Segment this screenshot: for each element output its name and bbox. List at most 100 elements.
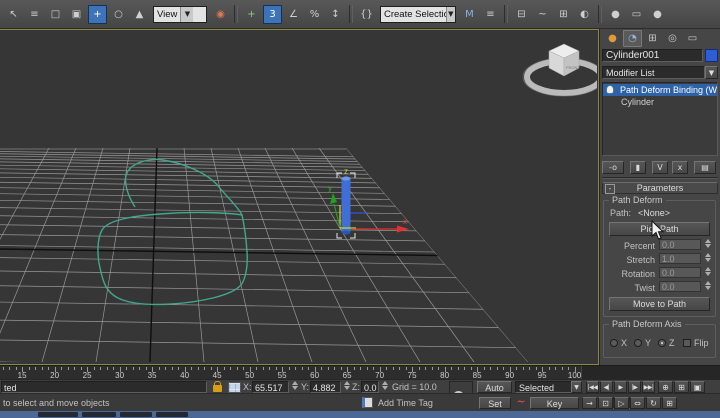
make-unique-icon[interactable]: V	[652, 161, 668, 174]
axis-y-radio[interactable]	[634, 339, 642, 347]
ruler-tick	[522, 367, 524, 370]
curve-editor-icon[interactable]: ~	[533, 5, 552, 24]
taskbar-button[interactable]	[82, 412, 116, 417]
next-frame-button[interactable]: |▶	[628, 381, 641, 393]
twist-spinner[interactable]	[703, 280, 712, 291]
field-of-view-button[interactable]: ▷	[614, 397, 629, 409]
tab-motion[interactable]: ◎	[663, 30, 682, 47]
edit-named-selection-sets-icon[interactable]: {}	[357, 5, 376, 24]
modifier-list-dropdown[interactable]: Modifier List	[602, 66, 705, 79]
go-to-end-button[interactable]: ▶▶|	[642, 381, 655, 393]
tab-create[interactable]: ●	[603, 30, 622, 47]
flip-checkbox[interactable]	[683, 339, 691, 347]
twist-field[interactable]: 0.0	[659, 281, 701, 292]
stretch-spinner[interactable]	[703, 252, 712, 263]
render-production-icon[interactable]: ●	[648, 5, 667, 24]
z-coord-spinner[interactable]	[380, 380, 389, 391]
align-icon[interactable]: ≡	[481, 5, 500, 24]
selection-lock-icon[interactable]	[213, 381, 222, 392]
taskbar-button[interactable]	[120, 412, 152, 417]
snaps-toggle-icon[interactable]: 3	[263, 4, 282, 24]
window-crossing-icon[interactable]: ▣	[67, 5, 86, 24]
path-spline[interactable]	[97, 158, 248, 306]
new-key-curve-icon[interactable]: ~	[514, 395, 528, 408]
ruler-tick	[243, 367, 245, 370]
render-setup-icon[interactable]: ●	[606, 5, 625, 24]
set-key-button[interactable]: Set Key	[479, 397, 511, 418]
percent-spinner[interactable]	[703, 238, 712, 249]
track-bar[interactable]: 15 20 25 30 35 40 45 50 55 60 65 70 75 80 85 90 95 100	[0, 365, 720, 380]
object-color-swatch[interactable]	[705, 49, 718, 62]
pin-stack-icon[interactable]: -o	[602, 161, 624, 174]
remove-modifier-icon[interactable]: x	[672, 161, 688, 174]
key-mode-toggle-button[interactable]: →	[582, 397, 597, 409]
y-coord-field[interactable]: 4.882	[310, 381, 341, 393]
mirror-icon[interactable]: M	[460, 5, 479, 24]
orbit-button[interactable]: ↻	[646, 397, 661, 409]
taskbar-button[interactable]	[156, 412, 188, 417]
absolute-mode-toggle-icon[interactable]	[228, 382, 241, 393]
previous-frame-button[interactable]: ◀|	[600, 381, 613, 393]
toolbar-separator	[349, 5, 353, 23]
viewcube[interactable]: FRONT	[522, 43, 597, 97]
pan-button[interactable]: ⇔	[630, 397, 645, 409]
tab-modify[interactable]: ◔	[623, 30, 642, 47]
ruler-tick	[457, 367, 459, 370]
maximize-viewport-button[interactable]: ⊞	[662, 397, 677, 409]
auto-key-button[interactable]: Auto Key	[477, 381, 512, 405]
tab-hierarchy[interactable]: ⊞	[643, 30, 662, 47]
lightbulb-icon[interactable]	[607, 86, 613, 93]
object-name-field[interactable]: Cylinder001	[602, 49, 703, 62]
select-object-icon[interactable]: ↖	[4, 5, 23, 24]
configure-modifier-sets-icon[interactable]: ▤	[694, 161, 716, 174]
use-pivot-point-center-icon[interactable]: ◉	[211, 5, 230, 24]
rotation-field[interactable]: 0.0	[659, 267, 701, 278]
rectangular-selection-region-icon[interactable]: □	[46, 5, 65, 24]
perspective-viewport[interactable]: x y z FRONT	[0, 29, 599, 365]
ruler-tick	[15, 367, 17, 370]
schematic-view-icon[interactable]: ⊞	[554, 5, 573, 24]
show-end-result-icon[interactable]: ▮	[630, 161, 646, 174]
percent-snap-icon[interactable]: %	[305, 5, 324, 24]
reference-coordinate-system-dropdown[interactable]: View ▼	[153, 5, 207, 23]
parameters-rollout-header[interactable]: - Parameters	[602, 182, 718, 194]
zoom-all-button[interactable]: ⊞	[674, 381, 689, 393]
select-by-name-icon[interactable]: ≡	[25, 5, 44, 24]
stretch-field[interactable]: 1.0	[659, 253, 701, 264]
select-and-rotate-icon[interactable]: ○	[109, 5, 128, 24]
axis-z-radio[interactable]	[658, 339, 666, 347]
play-button[interactable]: ▶	[614, 381, 627, 393]
selection-filter-arrow[interactable]: ▼	[571, 381, 582, 393]
stack-row-path-deform-binding[interactable]: Path Deform Binding (W	[603, 84, 717, 96]
rendered-frame-window-icon[interactable]: ▭	[627, 5, 646, 24]
layer-manager-icon[interactable]: ⊟	[512, 5, 531, 24]
x-coord-spinner[interactable]	[290, 380, 299, 391]
key-filters-button[interactable]: Key Filters...	[530, 397, 579, 418]
angle-snap-icon[interactable]: ∠	[284, 5, 303, 24]
ruler-tick	[301, 367, 303, 370]
spinner-snap-icon[interactable]: ↕	[326, 5, 345, 24]
ruler-tick	[178, 367, 180, 370]
rotation-spinner[interactable]	[703, 266, 712, 277]
select-and-move-icon[interactable]: +	[88, 4, 107, 24]
stack-row-cylinder[interactable]: Cylinder	[621, 97, 654, 107]
ruler-tick	[262, 367, 264, 370]
zoom-button[interactable]: ⊕	[658, 381, 673, 393]
z-coord-field[interactable]: 0.0	[361, 381, 379, 393]
select-and-manipulate-icon[interactable]: +	[242, 5, 261, 24]
taskbar-button[interactable]	[38, 412, 78, 417]
tab-display[interactable]: ▭	[683, 30, 702, 47]
axis-x-radio[interactable]	[610, 339, 618, 347]
go-to-start-button[interactable]: |◀◀	[586, 381, 599, 393]
select-and-scale-icon[interactable]: ▲	[130, 5, 149, 24]
material-editor-icon[interactable]: ◐	[575, 5, 594, 24]
named-selection-set-dropdown[interactable]: Create Selection Se▼	[380, 5, 456, 23]
y-coord-spinner[interactable]	[342, 380, 351, 391]
move-to-path-button[interactable]: Move to Path	[609, 297, 710, 311]
region-zoom-button[interactable]: ⊡	[598, 397, 613, 409]
x-coord-field[interactable]: 65.517	[252, 381, 289, 393]
add-time-tag[interactable]: Add Time Tag	[378, 398, 433, 408]
ruler-tick	[171, 367, 173, 370]
zoom-extents-button[interactable]: ▣	[690, 381, 705, 393]
modifier-list-arrow[interactable]: ▼	[705, 66, 718, 79]
